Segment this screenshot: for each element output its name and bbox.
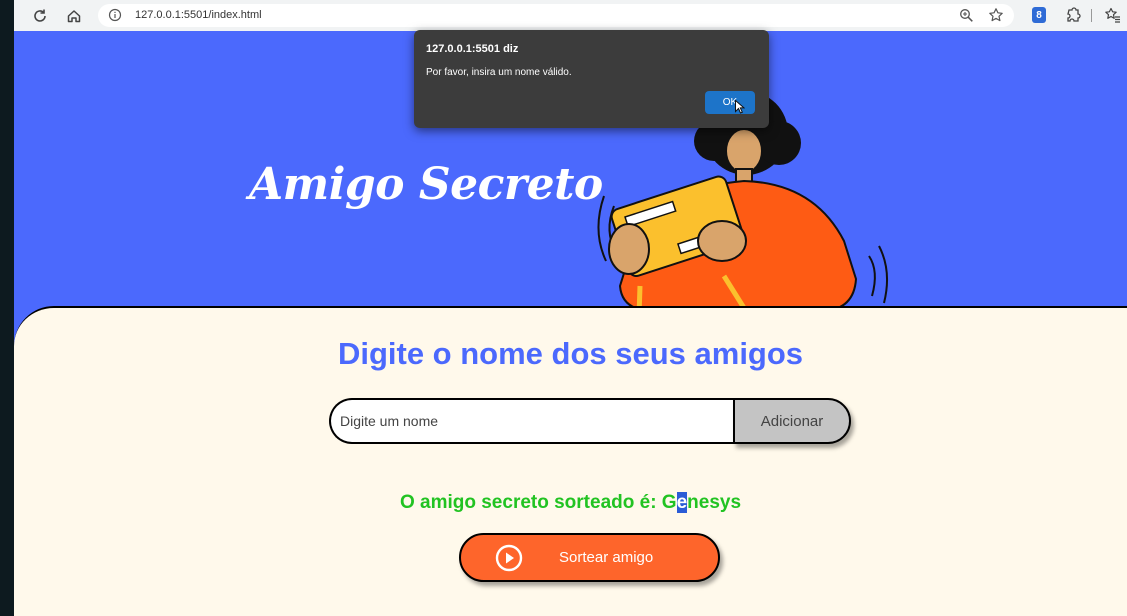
dialog-title: 127.0.0.1:5501 diz — [426, 43, 519, 55]
play-icon — [495, 544, 523, 572]
main-panel: Digite o nome dos seus amigos Adicionar … — [14, 306, 1127, 616]
result-prefix: O amigo secreto sorteado é: G — [399, 492, 677, 513]
url-text: 127.0.0.1:5501/index.html — [135, 9, 262, 21]
add-button[interactable]: Adicionar — [733, 398, 851, 444]
draw-friend-button[interactable]: Sortear amigo — [459, 533, 720, 582]
result-suffix: nesys — [687, 492, 742, 513]
result-text: O amigo secreto sorteado é: Genesys — [14, 492, 1127, 514]
friend-name-input[interactable] — [329, 398, 735, 444]
input-row: Adicionar — [329, 398, 851, 444]
alert-dialog: 127.0.0.1:5501 diz Por favor, insira um … — [414, 30, 769, 128]
hero-title: Amigo Secreto — [249, 159, 603, 210]
browser-toolbar: 127.0.0.1:5501/index.html 8 — [14, 0, 1127, 31]
reload-icon[interactable] — [30, 6, 50, 26]
mouse-cursor-icon — [735, 100, 745, 114]
extension-badge-icon[interactable]: 8 — [1032, 7, 1046, 23]
star-icon[interactable] — [988, 7, 1004, 23]
selected-text-highlight: e — [676, 492, 688, 513]
extension-icon[interactable] — [1064, 6, 1082, 24]
favorites-icon[interactable] — [1104, 6, 1122, 24]
zoom-icon[interactable] — [959, 8, 974, 23]
info-icon[interactable] — [108, 8, 122, 22]
dialog-message: Por favor, insira um nome válido. — [426, 67, 572, 78]
home-icon[interactable] — [64, 6, 84, 26]
address-bar[interactable]: 127.0.0.1:5501/index.html — [98, 4, 1014, 27]
ok-button[interactable]: OK — [705, 91, 755, 114]
toolbar-divider — [1091, 9, 1092, 22]
draw-button-label: Sortear amigo — [559, 549, 654, 566]
section-title: Digite o nome dos seus amigos — [337, 336, 804, 371]
